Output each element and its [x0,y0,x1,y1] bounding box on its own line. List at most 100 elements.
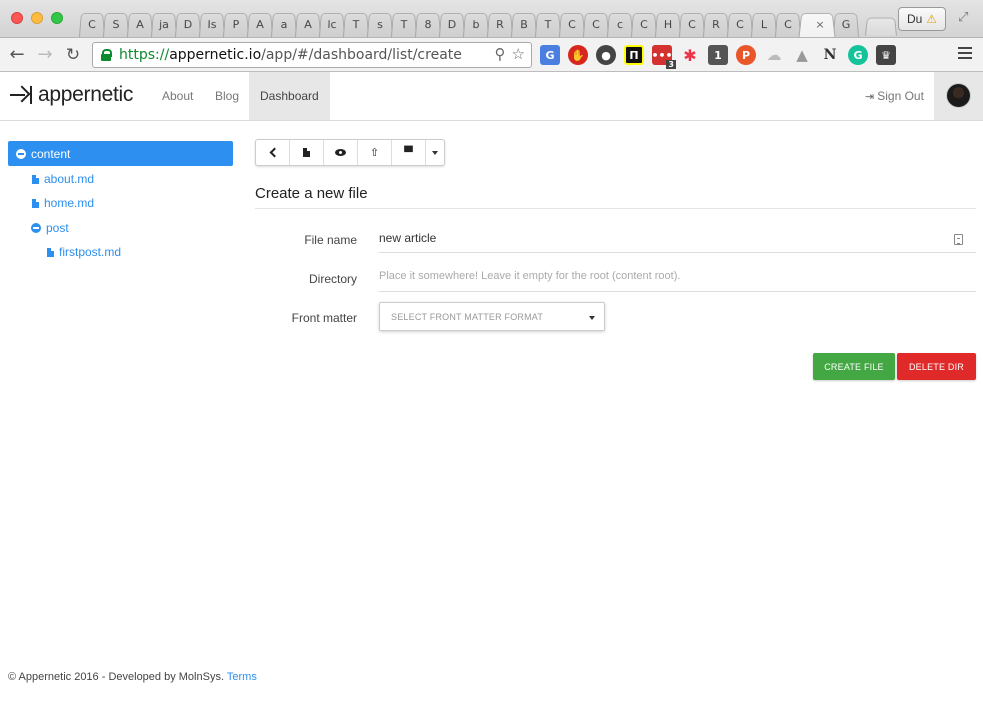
warning-icon: ⚠ [926,12,938,26]
browser-tab[interactable]: L [750,13,778,37]
browser-tab[interactable]: C [726,13,754,37]
close-window-button[interactable] [11,12,23,24]
create-file-button[interactable]: CREATE FILE [813,353,895,380]
publish-button[interactable]: ▀ [392,140,426,165]
browser-tab[interactable]: T [390,13,418,37]
crown-extension-icon[interactable]: ♛ [876,45,896,65]
preview-button[interactable] [324,140,358,165]
translate-extension-icon[interactable]: G [540,45,560,65]
browser-tab[interactable]: a [270,13,298,37]
tree-item-label: post [46,221,69,235]
front-matter-select-value: SELECT FRONT MATTER FORMAT [391,311,544,322]
brand-logo[interactable]: appernetic [10,83,133,107]
collapse-icon [16,148,26,159]
browser-tab[interactable]: c [606,13,634,37]
browser-tab[interactable]: G [832,13,860,37]
browser-tab[interactable]: × [798,13,836,37]
browser-tab[interactable]: S [102,13,130,37]
directory-input[interactable]: Place it somewhere! Leave it empty for t… [379,270,976,292]
tree-item-post[interactable]: post [31,221,69,235]
clipboard-icon[interactable] [954,234,963,245]
pi-extension-icon[interactable]: Π [624,45,644,65]
browser-tab-bar: C S Aja D Is P Aa Alc Ts T 8 Db R B T C Cc C H C R C L C × G Du ⚠… [0,0,983,38]
directory-placeholder: Place it somewhere! Leave it empty for t… [379,270,681,282]
delete-dir-button[interactable]: DELETE DIR [897,353,976,380]
browser-toolbar: ← → ↻ https://appernetic.io/app/#/dashbo… [0,38,983,72]
browser-tab[interactable]: b [462,13,490,37]
profile-button[interactable]: Du ⚠ [898,7,946,31]
tree-item-home[interactable]: home.md [32,196,94,210]
tree-item-about[interactable]: about.md [32,172,94,186]
reload-button[interactable]: ↻ [61,43,85,67]
evernote-extension-icon[interactable]: ● [596,45,616,65]
browser-tab[interactable]: D [174,13,202,37]
adblock-extension-icon[interactable]: ✋ [568,45,588,65]
tree-item-firstpost[interactable]: firstpost.md [47,245,121,259]
nav-link-about[interactable]: About [151,72,204,120]
back-button[interactable]: ← [5,43,29,67]
lastpass-extension-icon[interactable]: ••• 3 [651,45,676,69]
browser-tab[interactable]: T [342,13,370,37]
search-icon[interactable]: ⚲ [495,45,506,63]
nimbus-extension-icon[interactable]: N [820,45,840,65]
onetab-extension-icon[interactable]: 1 [708,45,728,65]
close-tab-icon[interactable]: × [815,18,825,31]
file-name-input[interactable]: new article [379,231,976,253]
new-file-button[interactable] [290,140,324,165]
browser-tab[interactable]: C [774,13,802,37]
pinwheel-extension-icon[interactable]: ✱ [680,45,700,65]
user-menu[interactable] [934,72,983,120]
browser-menu-icon[interactable] [958,47,972,62]
sign-out-link[interactable]: ⇥ Sign Out [865,89,924,103]
eye-icon [335,149,346,156]
collapse-icon [31,223,41,233]
browser-tab[interactable]: D [438,13,466,37]
nav-link-blog[interactable]: Blog [204,72,250,120]
browser-tab[interactable]: s [366,13,394,37]
browser-tab[interactable]: R [702,13,730,37]
front-matter-label: Front matter [291,311,357,325]
footer: © Appernetic 2016 - Developed by MolnSys… [8,671,257,683]
cloud-extension-icon[interactable]: ☁ [764,45,784,65]
browser-tab[interactable]: R [486,13,514,37]
forward-button[interactable]: → [33,43,57,67]
tree-root-content[interactable]: content [8,141,233,166]
browser-tab[interactable]: lc [318,13,346,37]
browser-tab[interactable]: Is [198,13,226,37]
browser-tab[interactable]: A [126,13,154,37]
drive-extension-icon[interactable]: ▲ [792,45,812,65]
browser-tab[interactable]: C [78,13,106,37]
browser-tab[interactable]: C [678,13,706,37]
bookmark-star-icon[interactable]: ☆ [512,45,525,63]
producthunt-extension-icon[interactable]: P [736,45,756,65]
back-button[interactable] [256,140,290,165]
browser-tab[interactable]: A [246,13,274,37]
browser-tab[interactable]: P [222,13,250,37]
tab-strip: C S Aja D Is P Aa Alc Ts T 8 Db R B T C Cc C H C R C L C × G [78,12,898,38]
upload-button[interactable]: ⇧ [358,140,392,165]
browser-tab[interactable]: A [294,13,322,37]
browser-tab[interactable]: C [582,13,610,37]
address-bar[interactable]: https://appernetic.io/app/#/dashboard/li… [92,42,532,68]
browser-tab[interactable]: B [510,13,538,37]
file-name-value: new article [379,231,437,245]
minimize-window-button[interactable] [31,12,43,24]
terms-link[interactable]: Terms [227,671,257,683]
nav-link-dashboard[interactable]: Dashboard [249,72,330,120]
browser-tab[interactable]: 8 [414,13,442,37]
fullscreen-icon[interactable]: ⤢ [958,10,974,26]
chevron-down-icon [432,150,438,155]
browser-tab[interactable]: C [558,13,586,37]
browser-tab[interactable]: H [654,13,682,37]
browser-tab[interactable]: T [534,13,562,37]
file-name-label: File name [304,233,357,247]
browser-tab[interactable]: C [630,13,658,37]
browser-tab[interactable]: ja [150,13,178,37]
front-matter-select[interactable]: SELECT FRONT MATTER FORMAT [379,302,605,331]
more-dropdown-button[interactable] [426,140,444,165]
new-tab-button[interactable] [864,17,898,36]
grammarly-extension-icon[interactable]: G [848,45,868,65]
app-navbar: appernetic About Blog Dashboard ⇥ Sign O… [0,72,983,121]
zoom-window-button[interactable] [51,12,63,24]
sign-out-icon: ⇥ [865,89,875,103]
